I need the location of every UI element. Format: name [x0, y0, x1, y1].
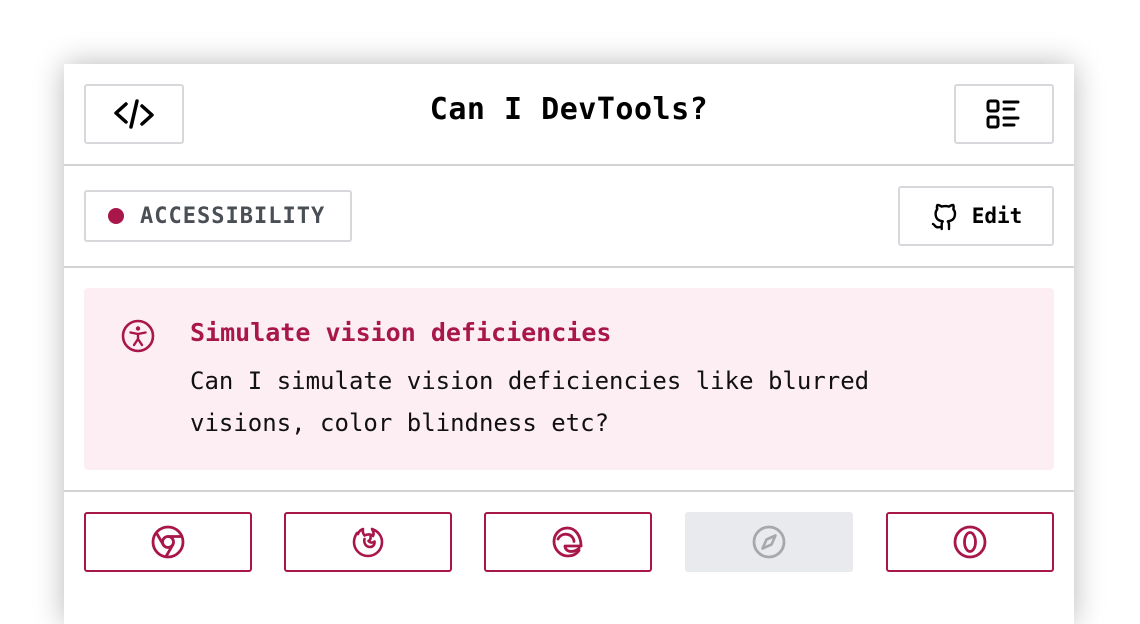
safari-icon: [752, 525, 786, 559]
firefox-icon: [352, 527, 384, 558]
list-icon: [986, 99, 1020, 129]
feature-title: Simulate vision deficiencies: [190, 318, 612, 347]
category-badge[interactable]: ACCESSIBILITY: [84, 190, 352, 242]
chrome-icon: [151, 525, 185, 559]
feature-card: Can I DevTools? ACCESSIBILITY Edit Simul…: [64, 64, 1074, 624]
browser-safari-button[interactable]: [685, 512, 853, 572]
accessibility-icon: [121, 319, 155, 353]
meta-bar: ACCESSIBILITY Edit: [64, 166, 1074, 268]
page-title: Can I DevTools?: [429, 92, 709, 127]
category-label: ACCESSIBILITY: [140, 203, 326, 229]
edit-label: Edit: [971, 204, 1023, 228]
browser-chrome-button[interactable]: [84, 512, 252, 572]
github-icon: [931, 203, 956, 231]
feature-description: Can I simulate vision deficiencies like …: [190, 367, 870, 437]
browser-support-row: [64, 492, 1074, 592]
category-dot-icon: [108, 208, 124, 224]
browser-opera-button[interactable]: [886, 512, 1054, 572]
opera-icon: [953, 525, 987, 559]
list-view-button[interactable]: [954, 84, 1054, 144]
browser-firefox-button[interactable]: [284, 512, 452, 572]
edit-button[interactable]: Edit: [898, 186, 1054, 246]
feature-section: Simulate vision deficiencies Can I simul…: [64, 268, 1074, 492]
browser-edge-button[interactable]: [484, 512, 652, 572]
edge-icon: [552, 526, 583, 558]
code-icon: [114, 99, 154, 129]
header-bar: Can I DevTools?: [64, 64, 1074, 166]
code-button[interactable]: [84, 84, 184, 144]
feature-panel: Simulate vision deficiencies Can I simul…: [84, 288, 1054, 470]
